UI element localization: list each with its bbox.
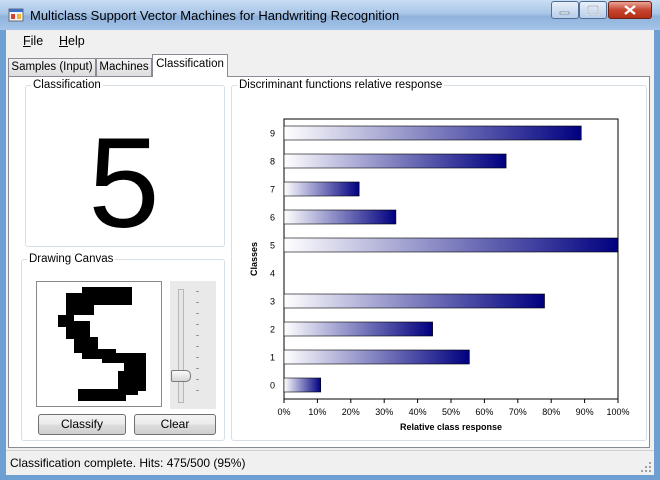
slider-tick xyxy=(196,313,199,314)
y-axis-title: Classes xyxy=(249,242,259,276)
tab-samples-input[interactable]: Samples (Input) xyxy=(8,58,96,77)
slider-tick xyxy=(196,324,199,325)
menu-file-mnemonic: F xyxy=(23,34,31,48)
y-tick-label: 5 xyxy=(270,241,275,251)
close-button[interactable] xyxy=(608,1,652,19)
x-tick-label: 80% xyxy=(542,407,560,417)
tab-classification[interactable]: Classification xyxy=(152,54,228,77)
response-group: Discriminant functions relative response… xyxy=(231,79,647,441)
y-tick-label: 8 xyxy=(270,157,275,167)
maximize-button[interactable] xyxy=(579,1,607,19)
bar-class-2 xyxy=(283,321,433,337)
slider-tick xyxy=(196,291,199,292)
x-tick-label: 70% xyxy=(509,407,527,417)
x-tick-label: 50% xyxy=(442,407,460,417)
slider-tick xyxy=(196,335,199,336)
drawing-canvas-group-label: Drawing Canvas xyxy=(29,253,114,265)
brush-size-slider[interactable] xyxy=(170,281,216,409)
client-area: File Help Samples (Input) Machines Class… xyxy=(6,30,654,475)
minimize-button[interactable] xyxy=(551,1,579,19)
x-tick-label: 10% xyxy=(308,407,326,417)
y-tick-label: 7 xyxy=(270,185,275,195)
slider-tick xyxy=(196,346,199,347)
clear-button[interactable]: Clear xyxy=(134,414,216,435)
slider-tick xyxy=(196,390,199,391)
slider-tick xyxy=(196,368,199,369)
tab-machines[interactable]: Machines xyxy=(96,58,152,77)
x-axis-title: Relative class response xyxy=(400,422,502,432)
maximize-icon xyxy=(587,5,599,15)
x-tick-label: 0% xyxy=(277,407,290,417)
slider-track xyxy=(178,289,184,403)
app-window: Multiclass Support Vector Machines for H… xyxy=(0,0,660,480)
menu-help-mnemonic: H xyxy=(59,34,69,48)
y-tick-label: 1 xyxy=(270,353,275,363)
menu-file-label: ile xyxy=(30,34,44,48)
menu-bar: File Help xyxy=(6,30,654,52)
y-tick-label: 9 xyxy=(270,129,275,139)
bar-class-5 xyxy=(283,237,619,253)
y-tick-label: 6 xyxy=(270,213,275,223)
resize-grip-icon[interactable] xyxy=(640,461,652,473)
x-tick-label: 90% xyxy=(576,407,594,417)
bar-class-7 xyxy=(283,181,360,197)
slider-tick xyxy=(196,302,199,303)
status-text: Classification complete. Hits: 475/500 (… xyxy=(10,456,246,470)
minimize-icon xyxy=(559,11,570,15)
slider-tick xyxy=(196,379,199,380)
y-tick-label: 3 xyxy=(270,297,275,307)
bar-class-6 xyxy=(283,209,397,225)
bar-class-1 xyxy=(283,349,470,365)
slider-tick xyxy=(196,357,199,358)
menu-file[interactable]: File xyxy=(23,34,43,48)
classification-group-label: Classification xyxy=(33,79,101,91)
close-icon xyxy=(624,5,636,15)
x-tick-label: 30% xyxy=(375,407,393,417)
classification-group: Classification 5 xyxy=(25,79,225,255)
bar-class-0 xyxy=(283,377,322,393)
window-title: Multiclass Support Vector Machines for H… xyxy=(30,8,400,23)
classify-button[interactable]: Classify xyxy=(38,414,126,435)
menu-help[interactable]: Help xyxy=(59,34,85,48)
x-tick-label: 60% xyxy=(475,407,493,417)
y-tick-label: 4 xyxy=(270,269,275,279)
response-group-label: Discriminant functions relative response xyxy=(239,79,443,91)
x-tick-label: 20% xyxy=(342,407,360,417)
menu-help-label: elp xyxy=(68,34,85,48)
bar-class-8 xyxy=(283,153,507,169)
x-tick-label: 100% xyxy=(606,407,629,417)
x-tick-label: 40% xyxy=(409,407,427,417)
classification-tab-page: Classification 5 Drawing Canvas Classify… xyxy=(8,76,650,448)
slider-thumb[interactable] xyxy=(171,370,191,383)
tab-strip: Samples (Input) Machines Classification xyxy=(6,52,654,77)
y-tick-label: 0 xyxy=(270,381,275,391)
bar-class-3 xyxy=(283,293,545,309)
bar-class-9 xyxy=(283,125,582,141)
title-bar[interactable]: Multiclass Support Vector Machines for H… xyxy=(0,0,660,30)
predicted-digit: 5 xyxy=(88,112,160,255)
status-bar: Classification complete. Hits: 475/500 (… xyxy=(6,450,654,475)
drawing-canvas[interactable] xyxy=(36,281,162,407)
response-chart: 01234567890% 10% 20% 30% 40% 50% 60% 70% 80% 90% 1… xyxy=(249,118,630,432)
drawing-canvas-group: Drawing Canvas Classify Clear xyxy=(21,253,225,441)
handwritten-digit-drawing xyxy=(58,287,146,401)
y-tick-label: 2 xyxy=(270,325,275,335)
app-icon xyxy=(8,8,24,22)
